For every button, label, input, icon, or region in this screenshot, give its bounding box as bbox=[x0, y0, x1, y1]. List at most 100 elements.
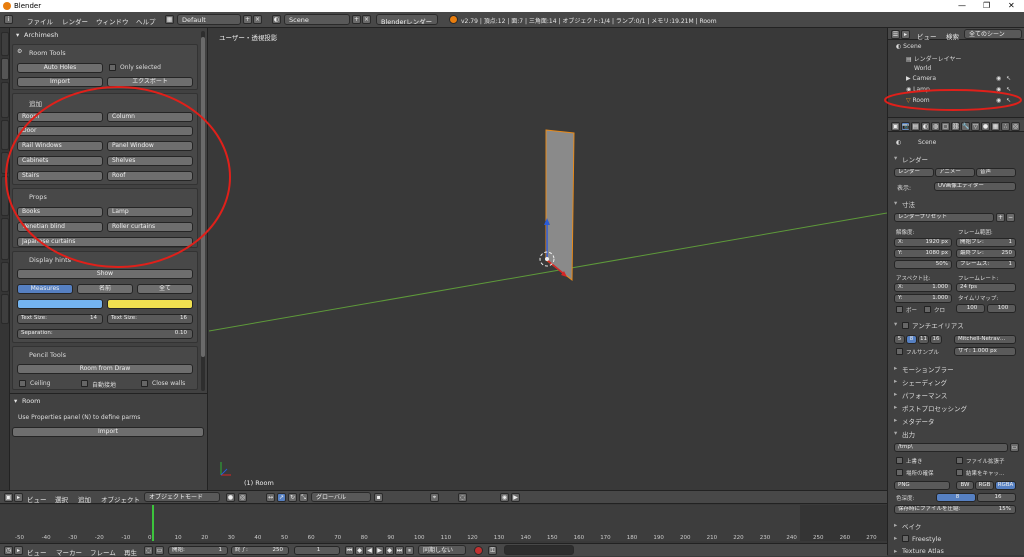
remove-preset-icon[interactable]: − bbox=[1006, 213, 1015, 222]
view3d-editor-icon[interactable]: ▣ bbox=[4, 493, 13, 502]
outliner-item-scene[interactable]: ◐ Scene bbox=[896, 43, 921, 50]
operator-panel-arrow-icon[interactable]: ▾ bbox=[14, 397, 17, 405]
screen-layout-field[interactable]: Default bbox=[177, 14, 241, 25]
remove-scene-icon[interactable]: × bbox=[362, 15, 371, 24]
object-tab-icon[interactable]: ▢ bbox=[941, 122, 950, 131]
render-audio-button[interactable]: 音声 bbox=[976, 168, 1016, 177]
lamp-select-arrow-icon[interactable]: ↖ bbox=[1006, 86, 1011, 93]
lock-range-icon[interactable]: ▭ bbox=[155, 546, 164, 555]
aa-checkbox[interactable] bbox=[902, 322, 909, 329]
outliner-menu-search[interactable]: 検索 bbox=[946, 31, 959, 41]
render-still-button[interactable]: レンダー bbox=[894, 168, 934, 177]
timeline-menu-frame[interactable]: フレーム bbox=[90, 547, 116, 557]
material-tab-icon[interactable]: ● bbox=[981, 122, 990, 131]
tab-extra[interactable] bbox=[1, 294, 9, 324]
outliner-toggle-icon[interactable]: ▸ bbox=[901, 30, 910, 39]
tab-archimesh[interactable] bbox=[1, 218, 9, 260]
view3d-toggle-icon[interactable]: ▸ bbox=[14, 493, 23, 502]
render-preview-icon[interactable]: ◉ bbox=[500, 493, 509, 502]
particles-tab-icon[interactable]: ∴ bbox=[1001, 122, 1010, 131]
resolution-y-field[interactable]: Y: 1080 px bbox=[894, 249, 952, 258]
menu-window[interactable]: ウィンドウ bbox=[96, 16, 129, 26]
close-button[interactable]: ✕ bbox=[1008, 1, 1015, 10]
add-screen-icon[interactable]: + bbox=[243, 15, 252, 24]
archimesh-header-arrow-icon[interactable]: ▾ bbox=[16, 31, 19, 39]
placeholders-checkbox[interactable] bbox=[896, 469, 903, 476]
outliner-item-camera[interactable]: ▶ Camera bbox=[906, 75, 936, 82]
end-frame-prop-field[interactable]: 最終フレ: 250 bbox=[956, 249, 1016, 258]
freestyle-section[interactable]: Freestyle bbox=[890, 534, 1023, 543]
output-section-header[interactable]: 出力 bbox=[890, 429, 1023, 439]
bake-section[interactable]: ベイク bbox=[890, 521, 1023, 531]
add-roof-button[interactable]: Roof bbox=[107, 171, 193, 181]
remap-old-field[interactable]: 100 bbox=[956, 304, 985, 313]
maximize-button[interactable]: ❐ bbox=[983, 1, 990, 10]
add-venetian-blind-button[interactable]: Venetian blind bbox=[17, 222, 103, 232]
texture-atlas-section[interactable]: Texture Atlas bbox=[890, 547, 1023, 555]
toolshelf-scrollbar[interactable] bbox=[201, 31, 205, 391]
add-preset-icon[interactable]: + bbox=[996, 213, 1005, 222]
archimesh-header[interactable]: Archimesh bbox=[24, 31, 58, 39]
constraints-tab-icon[interactable]: ⛓ bbox=[951, 122, 960, 131]
keying-set-field[interactable] bbox=[504, 545, 574, 555]
screen-layout-icon[interactable]: ▦ bbox=[165, 15, 174, 24]
outliner-item-room[interactable]: ▽ Room bbox=[906, 97, 930, 104]
output-path-field[interactable]: /tmp\ bbox=[894, 443, 1008, 452]
motion-blur-section[interactable]: モーションブラー bbox=[890, 364, 1023, 374]
render-tab-icon[interactable]: 📷 bbox=[901, 122, 910, 131]
render-animation-button[interactable]: アニメー bbox=[935, 168, 975, 177]
tab-create[interactable] bbox=[1, 58, 9, 80]
viewport-shading-icon[interactable]: ● bbox=[226, 493, 235, 502]
remap-new-field[interactable]: 100 bbox=[987, 304, 1016, 313]
freestyle-checkbox[interactable] bbox=[902, 535, 909, 542]
view3d-menu-view[interactable]: ビュー bbox=[27, 494, 47, 504]
resolution-x-field[interactable]: X: 1920 px bbox=[894, 238, 952, 247]
file-extension-checkbox[interactable] bbox=[956, 457, 963, 464]
menu-render[interactable]: レンダー bbox=[62, 16, 88, 26]
start-frame-field[interactable]: 開始: 1 bbox=[168, 546, 228, 555]
preview-range-icon[interactable]: ◌ bbox=[144, 546, 153, 555]
physics-tab-icon[interactable]: ◎ bbox=[1011, 122, 1020, 131]
add-shelves-button[interactable]: Shelves bbox=[107, 156, 193, 166]
tab-grease-pencil[interactable] bbox=[1, 176, 9, 216]
world-tab-icon[interactable]: ◍ bbox=[931, 122, 940, 131]
operator-import-button[interactable]: Import bbox=[12, 427, 204, 437]
add-cabinets-button[interactable]: Cabinets bbox=[17, 156, 103, 166]
current-frame-marker[interactable] bbox=[152, 505, 154, 541]
tab-misc[interactable] bbox=[1, 262, 9, 292]
current-frame-field[interactable]: 1 bbox=[294, 546, 340, 555]
color-rgb-button[interactable]: RGB bbox=[975, 481, 994, 490]
jump-start-icon[interactable]: ⏮ bbox=[345, 546, 354, 555]
view3d-menu-select[interactable]: 選択 bbox=[55, 494, 68, 504]
resolution-percent-field[interactable]: 50% bbox=[894, 260, 952, 269]
manipulator-icon[interactable]: ↔ bbox=[266, 493, 275, 502]
timeline-menu-view[interactable]: ビュー bbox=[27, 547, 47, 557]
add-lamp-button[interactable]: Lamp bbox=[107, 207, 193, 217]
add-roller-curtains-button[interactable]: Roller curtains bbox=[107, 222, 193, 232]
toolshelf-scroll-thumb[interactable] bbox=[201, 37, 205, 357]
timeline-editor-icon[interactable]: ◷ bbox=[4, 546, 13, 555]
file-format-select[interactable]: PNG bbox=[894, 481, 950, 490]
add-column-button[interactable]: Column bbox=[107, 112, 193, 122]
render-section-header[interactable]: レンダー bbox=[890, 154, 1023, 164]
camera-select-arrow-icon[interactable]: ↖ bbox=[1006, 75, 1011, 82]
tab-animation[interactable] bbox=[1, 120, 9, 150]
translate-icon[interactable]: ↗ bbox=[277, 493, 286, 502]
render-layers-tab-icon[interactable]: ▤ bbox=[911, 122, 920, 131]
rotate-icon[interactable]: ↻ bbox=[288, 493, 297, 502]
post-processing-section[interactable]: ポストプロセッシング bbox=[890, 403, 1023, 413]
data-tab-icon[interactable]: ▽ bbox=[971, 122, 980, 131]
performance-section[interactable]: パフォーマンス bbox=[890, 390, 1023, 400]
object-mode-select[interactable]: オブジェクトモード bbox=[144, 492, 220, 502]
modifiers-tab-icon[interactable]: 🔧 bbox=[961, 122, 970, 131]
separation-field[interactable]: Separation: 0.10 bbox=[17, 329, 193, 339]
auto-holes-button[interactable]: Auto Holes bbox=[17, 63, 103, 73]
keying-set-icon[interactable]: ⚿ bbox=[488, 546, 497, 555]
only-selected-checkbox[interactable] bbox=[109, 64, 116, 71]
sync-mode-select[interactable]: 同期しない bbox=[418, 545, 466, 555]
scene-tab-icon[interactable]: ◐ bbox=[921, 122, 930, 131]
aspect-y-field[interactable]: Y: 1.000 bbox=[894, 294, 952, 303]
record-icon[interactable] bbox=[474, 546, 483, 555]
dimensions-section-header[interactable]: 寸法 bbox=[890, 199, 1023, 209]
add-scene-icon[interactable]: + bbox=[352, 15, 361, 24]
